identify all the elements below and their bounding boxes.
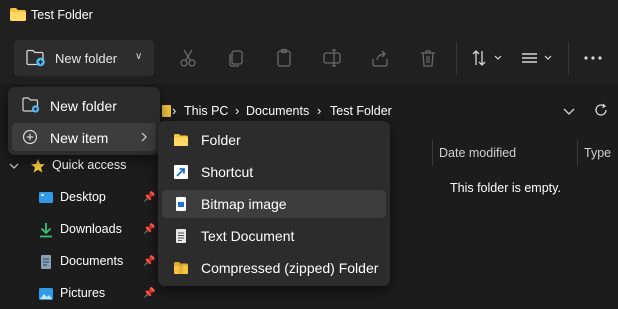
nav-item-downloads[interactable]: Downloads 📌 [0,215,160,245]
view-icon[interactable] [520,47,556,69]
copy-icon[interactable] [225,47,247,69]
new-folder-button[interactable]: New folder ∨ [14,40,154,76]
new-folder-icon [22,97,40,113]
menu-item-compressed-folder[interactable]: Compressed (zipped) Folder [162,254,386,282]
nav-item-label: Downloads [60,222,122,236]
column-date-modified[interactable]: Date modified [439,146,516,160]
pin-icon: 📌 [143,192,156,203]
nav-item-label: Pictures [60,286,106,300]
chevron-down-icon: ∨ [135,51,143,62]
menu-item-bitmap-image[interactable]: Bitmap image [162,190,386,218]
more-icon[interactable] [582,47,604,69]
nav-item-label: Documents [60,254,124,268]
menu-item-label: New folder [50,98,117,114]
pin-icon: 📌 [143,288,156,299]
menu-item-label: Bitmap image [201,196,287,212]
paste-icon[interactable] [273,47,295,69]
menu-item-folder[interactable]: Folder [162,126,386,154]
breadcrumb-test-folder[interactable]: Test Folder [330,104,392,118]
menu-item-shortcut[interactable]: Shortcut [162,158,386,186]
menu-item-label: Text Document [201,228,295,244]
chevron-down-icon[interactable] [563,106,575,116]
folder-icon [10,8,26,21]
menu-item-label: Shortcut [201,164,254,180]
breadcrumb-documents[interactable]: Documents [246,104,309,118]
refresh-icon[interactable] [594,103,608,117]
star-icon [31,159,45,173]
nav-item-label: Desktop [60,190,106,204]
column-divider[interactable] [432,140,433,166]
empty-folder-message: This folder is empty. [450,181,561,195]
column-divider[interactable] [577,140,578,166]
new-folder-icon [26,49,45,67]
folder-icon [174,134,188,146]
menu-item-label: Folder [201,132,241,148]
menu-item-label: New item [50,130,109,146]
text-document-icon [176,229,186,243]
breadcrumb-this-pc[interactable]: This PC [184,104,228,118]
share-icon[interactable] [369,47,391,69]
desktop-icon [39,192,53,203]
pin-icon: 📌 [143,256,156,267]
cut-icon[interactable] [177,47,199,69]
new-item-submenu: Folder Shortcut Bitmap image Text Docume… [158,121,390,286]
add-icon [22,129,38,145]
delete-icon[interactable] [417,47,439,69]
nav-quick-access[interactable]: Quick access [0,151,160,181]
chevron-right-icon [141,132,147,142]
menu-item-new-folder[interactable]: New folder [12,91,156,119]
nav-item-documents[interactable]: Documents 📌 [0,247,160,277]
chevron-right-icon: › [235,103,240,118]
chevron-right-icon: › [172,103,177,118]
shortcut-icon [174,165,188,179]
sort-icon[interactable] [470,47,504,69]
rename-icon[interactable] [321,47,343,69]
new-menu: New folder New item [8,87,160,155]
menu-item-label: Compressed (zipped) Folder [201,260,379,276]
new-folder-label: New folder [55,51,118,66]
zip-folder-icon [174,262,188,274]
nav-item-pictures[interactable]: Pictures 📌 [0,279,160,309]
nav-item-desktop[interactable]: Desktop 📌 [0,183,160,213]
window-title: Test Folder [31,8,93,22]
folder-icon [162,105,171,117]
column-type[interactable]: Type [584,146,611,160]
menu-item-text-document[interactable]: Text Document [162,222,386,250]
pin-icon: 📌 [143,224,156,235]
toolbar-separator [568,42,569,74]
toolbar-separator [456,42,457,74]
pictures-icon [39,288,53,300]
downloads-icon [40,223,52,238]
bitmap-icon [176,197,186,211]
menu-item-new-item[interactable]: New item [12,123,156,151]
documents-icon [41,255,51,269]
chevron-down-icon[interactable] [9,162,19,170]
quick-access-label: Quick access [52,158,127,172]
chevron-right-icon: › [317,103,322,118]
